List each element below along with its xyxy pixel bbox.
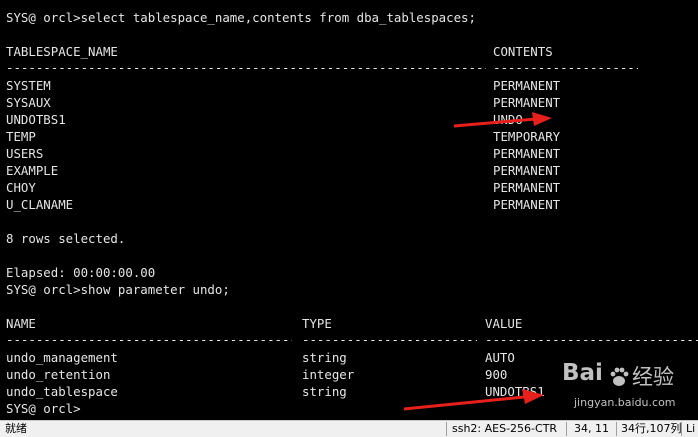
separator-name: ----------------------------------------… bbox=[6, 332, 292, 347]
watermark-url: jingyan.baidu.com bbox=[574, 396, 676, 409]
status-connection: ssh2: AES-256-CTR bbox=[452, 422, 558, 435]
arrow-undo-tablespace-head bbox=[522, 389, 544, 404]
tablespace-contents-cell: PERMANENT bbox=[493, 163, 561, 178]
parameter-name-cell: undo_retention bbox=[6, 367, 111, 382]
parameter-type-cell: integer bbox=[302, 367, 355, 382]
tablespace-contents-cell: PERMANENT bbox=[493, 95, 561, 110]
status-ready: 就绪 bbox=[5, 422, 27, 435]
query2-line: SYS@ orcl>show parameter undo; bbox=[6, 282, 230, 297]
status-bar: 就绪 ssh2: AES-256-CTR 34, 11 34行,107列 Li bbox=[0, 420, 698, 437]
baidu-watermark: Bai 经验 jingyan.baidu.com bbox=[562, 360, 690, 418]
arrow-undo-icon bbox=[453, 112, 552, 128]
separator-value: ------------------------------------ bbox=[485, 332, 698, 347]
tablespace-name-cell: SYSTEM bbox=[6, 78, 51, 93]
status-tail: Li bbox=[686, 422, 696, 435]
tablespace-name-cell: USERS bbox=[6, 146, 44, 161]
rows-selected-line: 8 rows selected. bbox=[6, 231, 126, 246]
parameter-type-cell: string bbox=[302, 384, 347, 399]
separator-tablespace-name: ----------------------------------------… bbox=[6, 60, 486, 75]
arrow-undo-tablespace-icon bbox=[403, 389, 544, 411]
arrow-undo-tablespace-shaft bbox=[403, 395, 525, 411]
header-name: NAME bbox=[6, 316, 36, 331]
tablespace-name-cell: EXAMPLE bbox=[6, 163, 59, 178]
status-divider bbox=[616, 422, 617, 436]
arrow-undo-head bbox=[532, 112, 552, 126]
header-contents: CONTENTS bbox=[493, 44, 553, 59]
query1-line: SYS@ orcl>select tablespace_name,content… bbox=[6, 10, 476, 25]
tablespace-contents-cell: PERMANENT bbox=[493, 197, 561, 212]
tablespace-contents-cell: PERMANENT bbox=[493, 146, 561, 161]
separator-type: ------------------------------ bbox=[302, 332, 477, 347]
baidu-paw-icon bbox=[610, 367, 629, 386]
watermark-logo: Bai bbox=[562, 360, 603, 386]
tablespace-name-cell: TEMP bbox=[6, 129, 36, 144]
arrow-undo-shaft bbox=[453, 117, 537, 128]
tablespace-contents-cell: PERMANENT bbox=[493, 78, 561, 93]
header-value: VALUE bbox=[485, 316, 523, 331]
tablespace-name-cell: UNDOTBS1 bbox=[6, 112, 66, 127]
terminal-window[interactable]: SYS@ orcl>select tablespace_name,content… bbox=[0, 0, 698, 420]
status-cursor-position: 34, 11 bbox=[574, 422, 609, 435]
tablespace-name-cell: SYSAUX bbox=[6, 95, 51, 110]
watermark-brand: 经验 bbox=[632, 365, 674, 389]
parameter-name-cell: undo_tablespace bbox=[6, 384, 118, 399]
status-terminal-size: 34行,107列 bbox=[621, 422, 682, 435]
tablespace-name-cell: CHOY bbox=[6, 180, 36, 195]
parameter-type-cell: string bbox=[302, 350, 347, 365]
parameter-name-cell: undo_management bbox=[6, 350, 118, 365]
tablespace-name-cell: U_CLANAME bbox=[6, 197, 74, 212]
header-type: TYPE bbox=[302, 316, 332, 331]
status-divider bbox=[446, 422, 447, 436]
parameter-value-cell: 900 bbox=[485, 367, 508, 382]
elapsed-line: Elapsed: 00:00:00.00 bbox=[6, 265, 156, 280]
status-divider bbox=[566, 422, 567, 436]
separator-contents: ------------------------ bbox=[493, 60, 638, 75]
status-divider bbox=[681, 422, 682, 436]
tablespace-contents-cell: PERMANENT bbox=[493, 180, 561, 195]
header-tablespace-name: TABLESPACE_NAME bbox=[6, 44, 118, 59]
prompt-line[interactable]: SYS@ orcl> bbox=[6, 400, 81, 417]
parameter-value-cell: AUTO bbox=[485, 350, 515, 365]
